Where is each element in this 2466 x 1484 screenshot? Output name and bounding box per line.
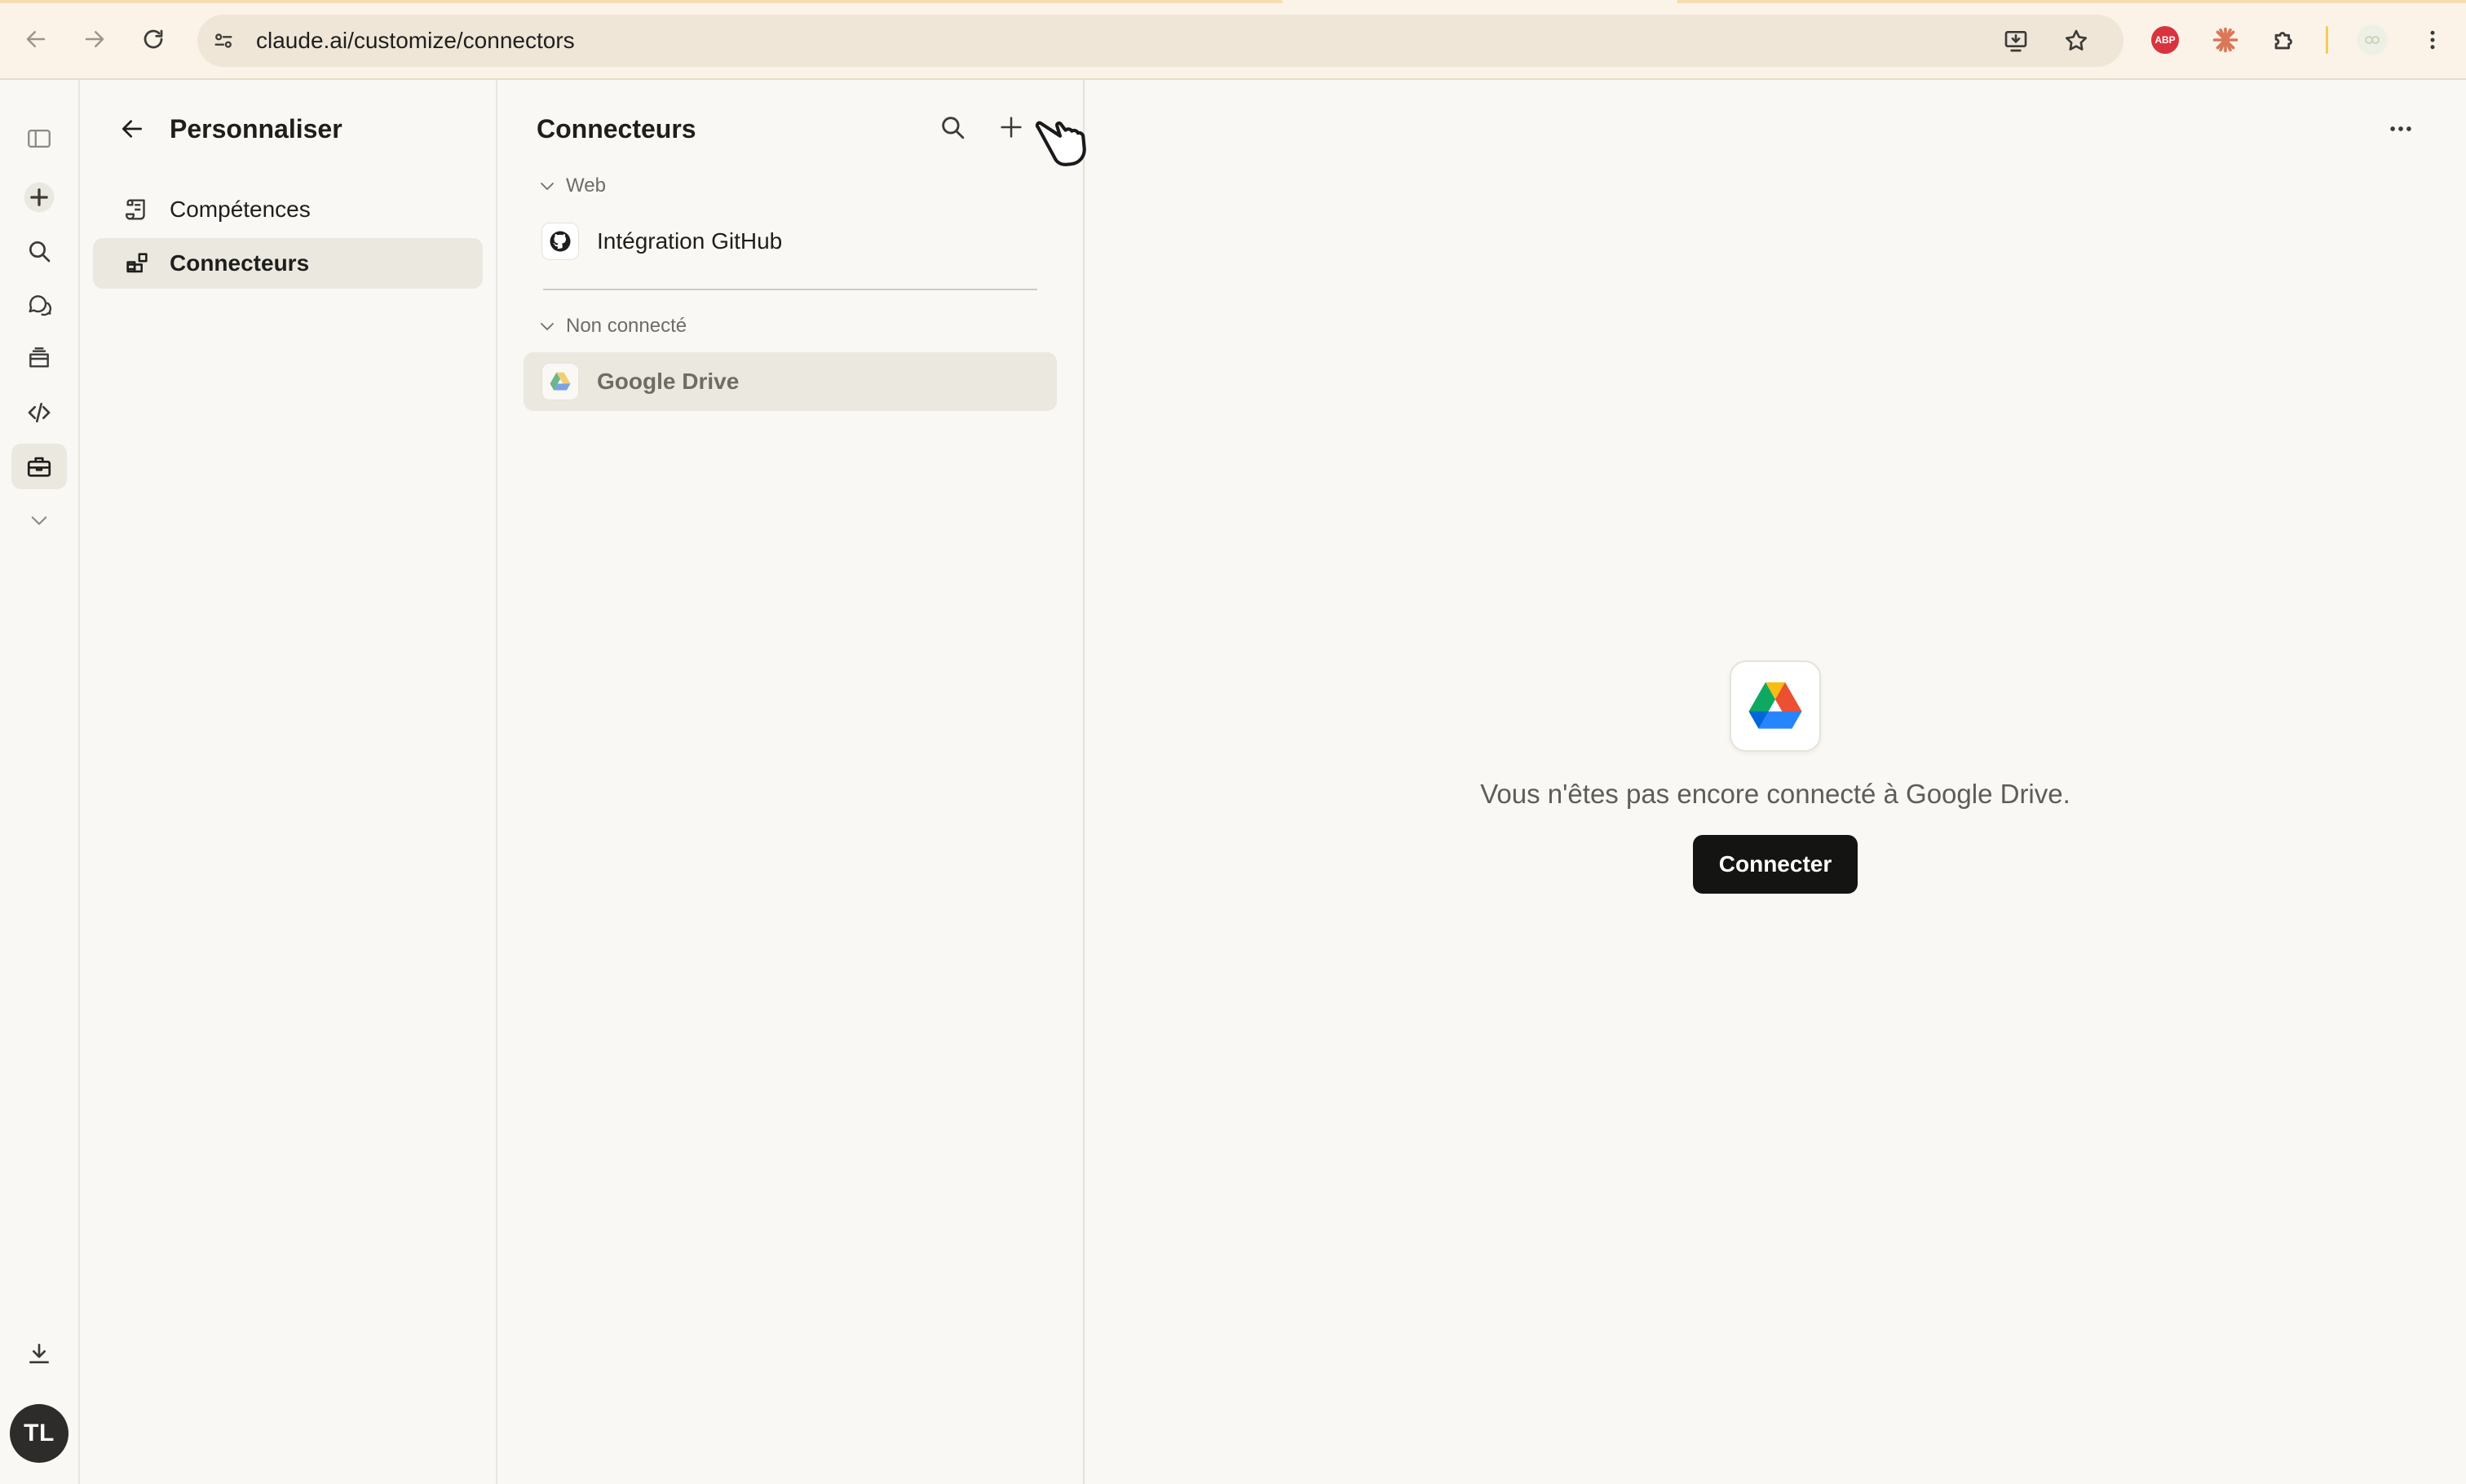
reload-icon[interactable] <box>137 23 170 55</box>
nav-item-label: Connecteurs <box>170 250 310 276</box>
github-icon <box>541 223 579 260</box>
browser-menu-icon[interactable] <box>2415 23 2450 57</box>
page-title: Personnaliser <box>170 114 342 144</box>
bookmark-star-icon[interactable] <box>2060 24 2093 57</box>
more-options-icon[interactable] <box>2380 108 2422 150</box>
section-header-not-connected[interactable]: Non connecté <box>537 313 687 339</box>
chevron-down-icon[interactable] <box>11 497 67 543</box>
connector-item-github[interactable]: Intégration GitHub <box>524 212 1057 271</box>
connectors-title: Connecteurs <box>537 114 696 144</box>
section-header-web[interactable]: Web <box>537 173 606 199</box>
search-connectors-icon[interactable] <box>931 106 974 148</box>
browser-toolbar: claude.ai/customize/connectors ABP <box>0 0 2466 80</box>
connector-label: Intégration GitHub <box>597 228 783 254</box>
back-icon[interactable] <box>20 23 52 55</box>
adblock-extension-icon[interactable]: ABP <box>2148 23 2182 57</box>
user-avatar[interactable]: TL <box>10 1404 68 1463</box>
download-icon[interactable] <box>11 1331 67 1376</box>
hand-cursor-icon <box>1026 106 1099 179</box>
google-drive-logo <box>1730 660 1821 752</box>
connectors-panel: Connecteurs Web Intégration GitHub Non c… <box>497 80 1085 1484</box>
connector-detail: Vous n'êtes pas encore connecté à Google… <box>1085 80 2466 1484</box>
nav-item-skills[interactable]: Compétences <box>93 184 483 235</box>
projects-icon[interactable] <box>11 336 67 382</box>
new-chat-icon[interactable] <box>11 174 67 220</box>
empty-state: Vous n'êtes pas encore connecté à Google… <box>1085 660 2466 894</box>
url-text[interactable]: claude.ai/customize/connectors <box>256 28 575 54</box>
app-sidebar-rail: TL <box>0 80 80 1484</box>
section-label: Web <box>566 174 606 197</box>
nav-item-connectors[interactable]: Connecteurs <box>93 238 483 289</box>
profile-avatar-icon[interactable] <box>2357 24 2388 55</box>
connect-button[interactable]: Connecter <box>1692 835 1858 894</box>
chevron-down-icon <box>537 175 558 197</box>
google-drive-icon <box>541 363 579 400</box>
site-info-icon[interactable] <box>207 24 240 57</box>
search-icon[interactable] <box>11 228 67 274</box>
code-icon[interactable] <box>11 390 67 435</box>
back-arrow-icon[interactable] <box>113 109 152 148</box>
section-divider <box>543 289 1037 290</box>
nav-item-label: Compétences <box>170 197 311 222</box>
section-label: Non connecté <box>566 315 687 337</box>
chevron-down-icon <box>537 316 558 337</box>
sidebar-toggle-icon[interactable] <box>11 116 67 161</box>
customize-panel: Personnaliser Compétences Connecteurs <box>80 80 497 1484</box>
forward-icon[interactable] <box>78 23 111 55</box>
claude-extension-icon[interactable] <box>2208 23 2243 57</box>
address-bar[interactable]: claude.ai/customize/connectors <box>197 15 2124 67</box>
extensions-puzzle-icon[interactable] <box>2267 23 2301 57</box>
connectors-grid-icon <box>121 247 153 280</box>
connector-item-google-drive[interactable]: Google Drive <box>524 352 1057 411</box>
not-connected-message: Vous n'êtes pas encore connecté à Google… <box>1480 779 2070 809</box>
connector-label: Google Drive <box>597 369 740 394</box>
customize-toolbox-icon[interactable] <box>11 444 67 489</box>
chats-icon[interactable] <box>11 282 67 328</box>
install-app-icon[interactable] <box>2000 24 2032 57</box>
skills-scroll-icon <box>121 193 153 226</box>
tab-strip-edge <box>0 0 2466 3</box>
toolbar-separator <box>2326 26 2328 54</box>
